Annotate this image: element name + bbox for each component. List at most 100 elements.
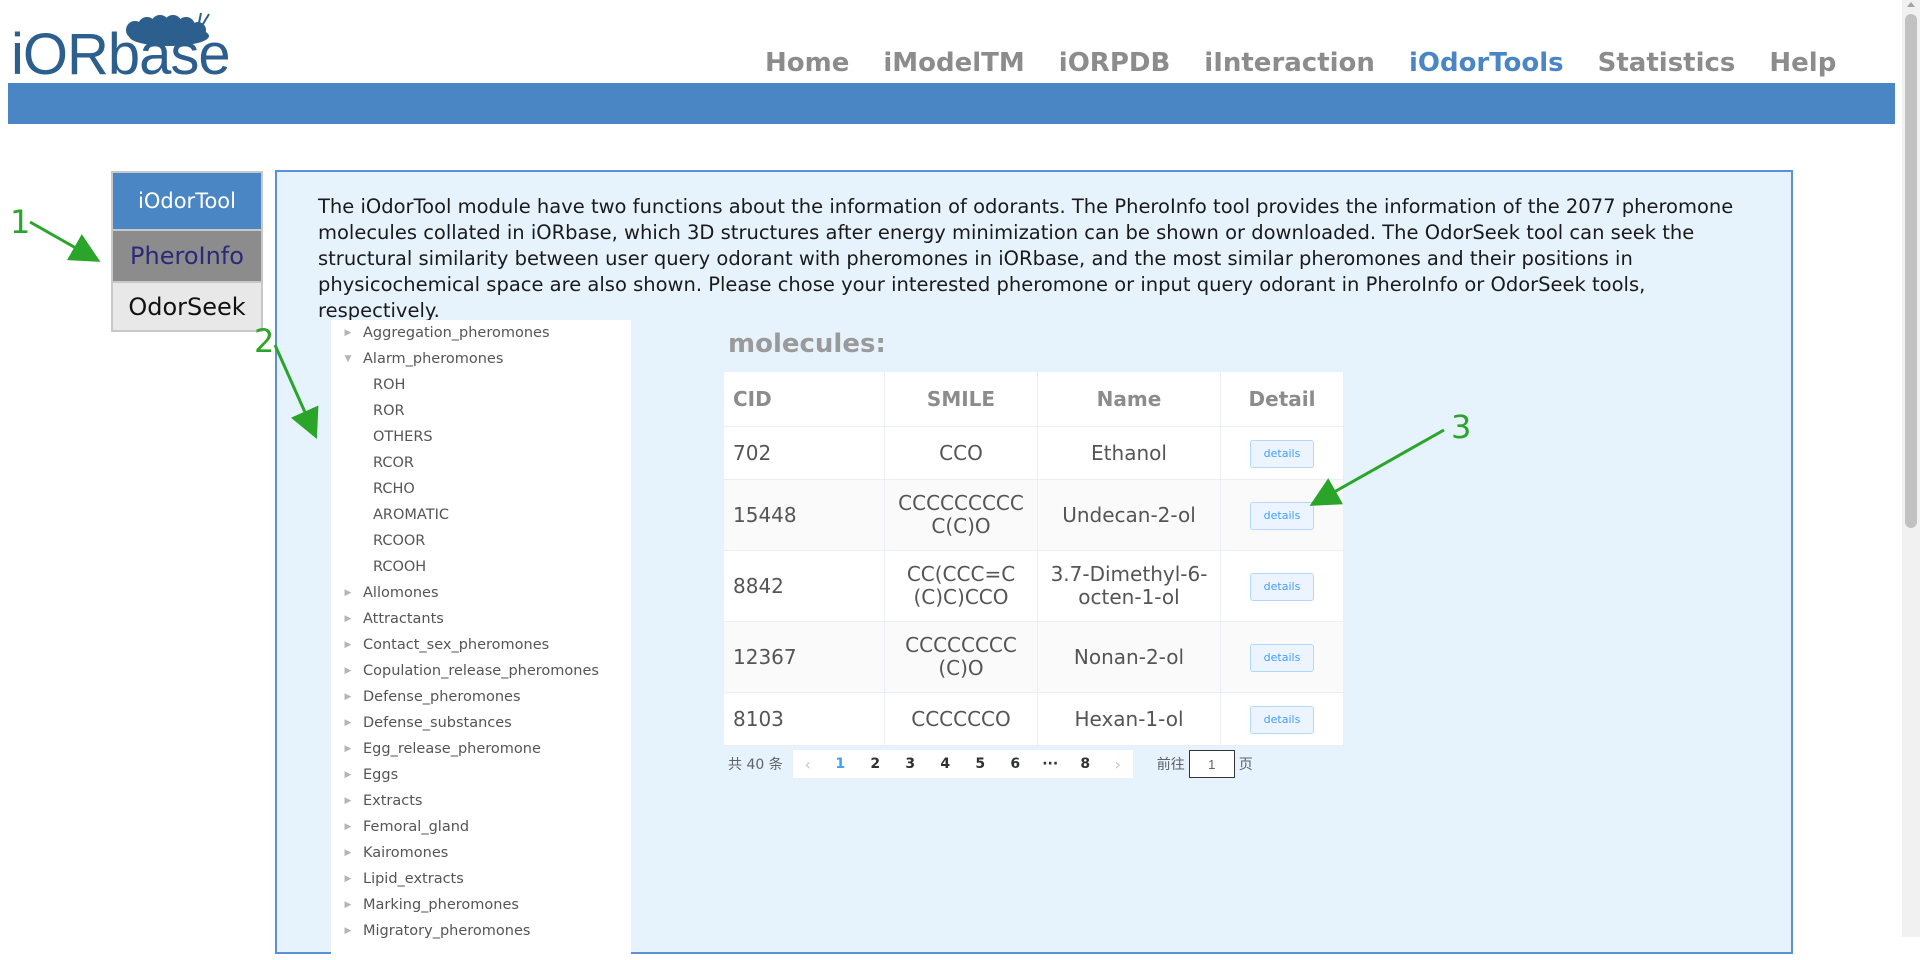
details-button[interactable]: details (1249, 501, 1315, 530)
tree-leaf[interactable]: RCOOH (331, 554, 631, 580)
nav-statistics[interactable]: Statistics (1598, 48, 1736, 78)
tree-node-label: Egg_release_pheromone (363, 741, 541, 757)
caret-right-icon[interactable]: ▶ (341, 926, 355, 936)
cell-smile: CCO (884, 426, 1038, 480)
annotation-arrow-1 (29, 220, 101, 262)
iorbase-logo[interactable]: iORbase (11, 10, 231, 84)
logo-text: iORbase (11, 22, 231, 87)
caret-right-icon[interactable]: ▶ (341, 874, 355, 884)
tree-node[interactable]: ▶ Kairomones (331, 840, 631, 866)
caret-right-icon[interactable]: ▶ (341, 848, 355, 858)
caret-right-icon[interactable]: ▶ (341, 588, 355, 598)
tree-node[interactable]: ▶ Defense_substances (331, 710, 631, 736)
tree-leaf[interactable]: RCHO (331, 476, 631, 502)
tree-node-label: Allomones (363, 585, 439, 601)
tree-node[interactable]: ▶ Femoral_gland (331, 814, 631, 840)
tree-node[interactable]: ▶ Eggs (331, 762, 631, 788)
nav-iodortools[interactable]: iOdorTools (1409, 48, 1564, 78)
page-number[interactable]: 3 (893, 756, 928, 772)
caret-right-icon[interactable]: ▶ (341, 744, 355, 754)
pheroinfo-tab[interactable]: PheroInfo (113, 229, 261, 281)
page-scrollbar[interactable] (1902, 0, 1920, 937)
tree-node-label: ROH (373, 377, 406, 393)
tree-node-label: Eggs (363, 767, 399, 783)
column-header-name[interactable]: Name (1037, 372, 1221, 427)
caret-down-icon[interactable]: ▼ (341, 354, 355, 364)
smile-text: CCCCCCCCCC(C)O (898, 491, 1024, 538)
nav-imodeltm[interactable]: iModelTM (883, 48, 1024, 78)
page-number[interactable]: 6 (998, 756, 1033, 772)
cell-detail: details (1220, 621, 1344, 693)
tree-node[interactable]: ▼ Alarm_pheromones (331, 346, 631, 372)
cell-detail: details (1220, 692, 1344, 746)
cell-cid: 8103 (724, 692, 885, 746)
tree-node[interactable]: ▶ Defense_pheromones (331, 684, 631, 710)
odorseek-tab[interactable]: OdorSeek (113, 281, 261, 330)
cell-name: Hexan-1-ol (1037, 692, 1221, 746)
details-button[interactable]: details (1249, 705, 1315, 734)
column-header-cid[interactable]: CID (724, 372, 885, 427)
page-number[interactable]: 4 (928, 756, 963, 772)
next-page-icon[interactable]: › (1103, 755, 1133, 774)
nav-iorpdb[interactable]: iORPDB (1059, 48, 1171, 78)
caret-right-icon[interactable]: ▶ (341, 770, 355, 780)
tree-node[interactable]: ▶ Contact_sex_pheromones (331, 632, 631, 658)
page-list: ‹ 1 2 3 4 5 6 ··· 8 › (792, 750, 1133, 778)
page-number[interactable]: 5 (963, 756, 998, 772)
tree-node[interactable]: ▶ Aggregation_pheromones (331, 320, 631, 346)
nav-iinteraction[interactable]: iInteraction (1204, 48, 1375, 78)
page-jump-input[interactable] (1188, 750, 1235, 778)
category-tree: ▶ Aggregation_pheromones ▼ Alarm_pheromone… (331, 320, 631, 960)
table-row: 15448 CCCCCCCCCC(C)O Undecan-2-ol detail… (724, 479, 1344, 551)
details-button[interactable]: details (1249, 643, 1315, 672)
tree-node-label: Copulation_release_pheromones (363, 663, 599, 679)
tree-node[interactable]: ▶ Copulation_release_pheromones (331, 658, 631, 684)
page-more-icon[interactable]: ··· (1033, 756, 1068, 772)
page-jump: 前往 页 (1157, 750, 1253, 778)
tree-node[interactable]: ▶ Lipid_extracts (331, 866, 631, 892)
caret-right-icon[interactable]: ▶ (341, 328, 355, 338)
caret-right-icon[interactable]: ▶ (341, 796, 355, 806)
tree-node[interactable]: ▶ Egg_release_pheromone (331, 736, 631, 762)
tool-menu-title[interactable]: iOdorTool (113, 173, 261, 229)
tree-node[interactable]: ▶ Migratory_pheromones (331, 918, 631, 944)
caret-right-icon[interactable]: ▶ (341, 614, 355, 624)
details-button[interactable]: details (1249, 572, 1315, 601)
tree-leaf[interactable]: ROR (331, 398, 631, 424)
caret-right-icon[interactable]: ▶ (341, 666, 355, 676)
caret-right-icon[interactable]: ▶ (341, 640, 355, 650)
caret-right-icon[interactable]: ▶ (341, 900, 355, 910)
tree-node-label: Defense_substances (363, 715, 512, 731)
caret-right-icon[interactable]: ▶ (341, 692, 355, 702)
tree-node[interactable]: ▶ Attractants (331, 606, 631, 632)
caret-right-icon[interactable]: ▶ (341, 822, 355, 832)
cell-name: Nonan-2-ol (1037, 621, 1221, 693)
cell-smile: CCCCCCO (884, 692, 1038, 746)
tree-leaf[interactable]: RCOR (331, 450, 631, 476)
cell-name: Ethanol (1037, 426, 1221, 480)
details-button[interactable]: details (1249, 439, 1315, 468)
scroll-up-icon[interactable] (1907, 2, 1915, 7)
molecules-table: CID SMILE Name Detail 702 CCO Ethanol de… (724, 372, 1344, 746)
page-number[interactable]: 2 (858, 756, 893, 772)
caret-right-icon[interactable]: ▶ (341, 718, 355, 728)
header-bar (8, 83, 1895, 124)
column-header-smile[interactable]: SMILE (884, 372, 1038, 427)
tree-leaf[interactable]: AROMATIC (331, 502, 631, 528)
nav-help[interactable]: Help (1769, 48, 1836, 78)
tree-leaf[interactable]: OTHERS (331, 424, 631, 450)
nav-home[interactable]: Home (765, 48, 849, 78)
tree-node[interactable]: ▶ Extracts (331, 788, 631, 814)
page-number[interactable]: 8 (1068, 756, 1103, 772)
tree-node[interactable]: ▶ Allomones (331, 580, 631, 606)
tree-node-label: RCOOR (373, 533, 426, 549)
tree-leaf[interactable]: RCOOR (331, 528, 631, 554)
page-number[interactable]: 1 (823, 756, 858, 772)
tree-leaf[interactable]: ROH (331, 372, 631, 398)
prev-page-icon[interactable]: ‹ (793, 755, 823, 774)
tree-node-label: Lipid_extracts (363, 871, 464, 887)
top-nav: Home iModelTM iORPDB iInteraction iOdorT… (765, 48, 1870, 78)
scroll-thumb[interactable] (1905, 14, 1917, 528)
tree-node[interactable]: ▶ Marking_pheromones (331, 892, 631, 918)
column-header-detail[interactable]: Detail (1220, 372, 1344, 427)
